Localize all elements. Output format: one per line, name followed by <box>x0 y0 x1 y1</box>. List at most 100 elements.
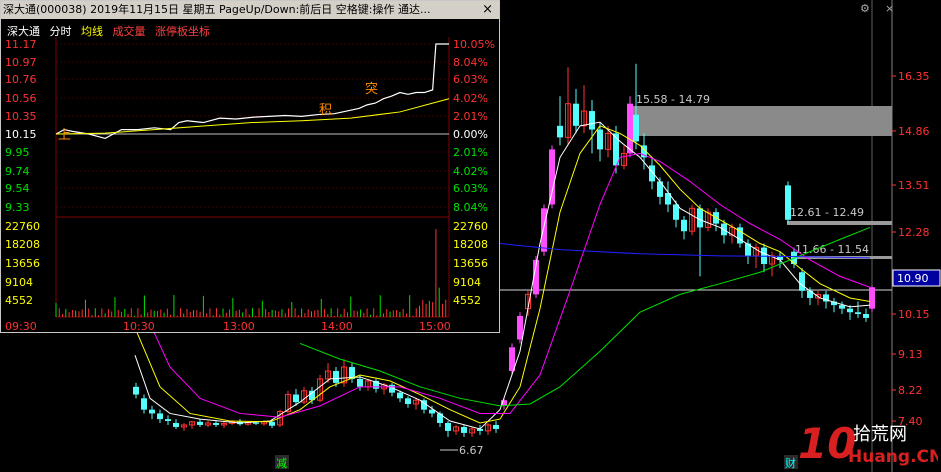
candle <box>301 386 307 404</box>
volume-label-right: 9104 <box>453 276 481 289</box>
candle <box>349 363 355 383</box>
candle <box>493 421 499 433</box>
candle <box>461 424 467 437</box>
candle-body <box>855 312 861 314</box>
candle <box>557 96 563 146</box>
candle-body <box>157 413 163 420</box>
intraday-pct-label: 6.03% <box>453 182 488 195</box>
candle <box>713 208 719 232</box>
candle <box>365 378 371 391</box>
candle <box>445 421 451 437</box>
candle <box>737 223 743 248</box>
popup-tabs: 深大通 分时 均线 成交量 涨停板坐标 <box>7 23 216 39</box>
tab-fenshi[interactable]: 分时 <box>50 25 72 38</box>
candle-body <box>557 125 563 138</box>
candle-body <box>681 219 687 232</box>
time-label: 13:00 <box>223 320 255 332</box>
candle <box>453 424 459 435</box>
candle <box>189 421 195 429</box>
candle <box>133 382 139 399</box>
volume-label-right: 18208 <box>453 238 488 251</box>
price-tick-label: 14.86 <box>898 125 930 138</box>
price-tick-label: 16.35 <box>898 70 930 83</box>
candle-body <box>627 103 633 154</box>
candle-body <box>141 398 147 410</box>
candle <box>665 181 671 213</box>
candle <box>689 204 695 236</box>
intraday-pct-label: 8.04% <box>453 201 488 214</box>
candle-body <box>541 208 547 252</box>
time-label: 15:00 <box>419 320 451 332</box>
intraday-pct-label: 2.01% <box>453 146 488 159</box>
volume-label-right: 22760 <box>453 220 488 233</box>
intraday-price-label: 11.17 <box>5 38 37 51</box>
range-label: 11.66 - 11.54 <box>795 243 869 256</box>
intraday-price-label: 10.15 <box>5 128 37 141</box>
current-price-label: 10.90 <box>897 272 929 285</box>
intraday-price-label: 10.76 <box>5 73 37 86</box>
candle-body <box>697 208 703 228</box>
candle <box>485 422 491 435</box>
candle-body <box>785 185 791 220</box>
volume-label-left: 9104 <box>5 276 33 289</box>
candle-body <box>863 314 869 318</box>
intraday-popup-window: 深大通(000038) 2019年11月15日 星期五 PageUp/Down:… <box>0 0 500 333</box>
range-label: 15.58 - 14.79 <box>636 93 710 106</box>
candle-body <box>253 422 259 424</box>
price-tick-label: 8.22 <box>898 384 923 397</box>
candle-body <box>397 392 403 399</box>
time-label: 14:00 <box>321 320 353 332</box>
candle <box>197 419 203 427</box>
candle <box>681 215 687 240</box>
candle-body <box>517 315 523 340</box>
price-tick-label: 12.28 <box>898 226 930 239</box>
tab-junxian[interactable]: 均线 <box>81 25 103 38</box>
candle <box>785 181 791 224</box>
candle-body <box>437 413 443 423</box>
time-label: 10:30 <box>123 320 155 332</box>
intraday-price-label: 9.54 <box>5 182 30 195</box>
candle <box>649 157 655 190</box>
candle <box>863 308 869 322</box>
intraday-price-label: 10.97 <box>5 56 37 69</box>
candle <box>697 204 703 277</box>
intraday-pct-label: 8.04% <box>453 56 488 69</box>
candle <box>389 382 395 397</box>
marker-ji: 积 <box>319 103 332 118</box>
candle-body <box>445 422 451 431</box>
close-icon[interactable]: × <box>885 2 894 15</box>
low-price-label: 6.67 <box>459 444 484 457</box>
candle-body <box>493 424 499 429</box>
price-tick-label: 9.13 <box>898 348 923 361</box>
tab-volume[interactable]: 成交量 <box>113 25 146 38</box>
candle <box>309 386 315 404</box>
intraday-price-label: 10.35 <box>5 110 37 123</box>
volume-label-left: 13656 <box>5 257 40 270</box>
intraday-price-label: 10.56 <box>5 92 37 105</box>
candle <box>855 301 861 318</box>
time-label: 09:30 <box>5 320 37 332</box>
gear-icon[interactable]: ⚙ <box>860 2 870 15</box>
candle-body <box>847 308 853 313</box>
candle <box>221 421 227 429</box>
candle-body <box>799 272 805 291</box>
intraday-pct-label: 10.05% <box>453 38 495 51</box>
candle-body <box>269 421 275 426</box>
candle-body <box>405 398 411 404</box>
volume-label-right: 13656 <box>453 257 488 270</box>
tab-limit-axis[interactable]: 涨停板坐标 <box>155 25 210 38</box>
watermark-logo: 10 拾荒网 Huang.CN <box>798 419 938 468</box>
candle-body <box>673 204 679 220</box>
volume-label-left: 18208 <box>5 238 40 251</box>
candle <box>173 419 179 429</box>
candle <box>509 343 515 375</box>
event-marker-jian: 减 <box>276 457 287 470</box>
stock-name-label: 深大通 <box>7 25 40 38</box>
intraday-chart[interactable]: 11.17 10.97 10.76 10.56 10.35 10.15 9.95 9.74 9.… <box>1 1 499 332</box>
candle <box>413 398 419 410</box>
volume-label-right: 4552 <box>453 294 481 307</box>
candle <box>181 422 187 431</box>
candle-body <box>573 103 579 126</box>
candle <box>421 398 427 414</box>
candle <box>525 290 531 316</box>
